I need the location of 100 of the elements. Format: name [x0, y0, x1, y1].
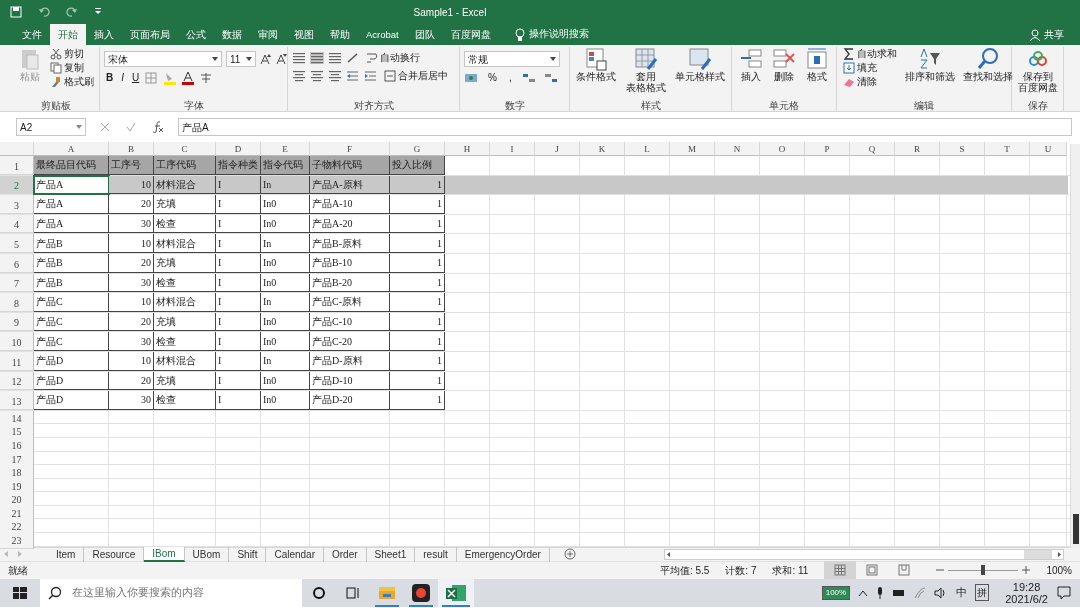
left-align-icon[interactable]: [292, 70, 306, 82]
tell-me-search[interactable]: 操作说明搜索: [528, 27, 589, 42]
vertical-scrollbar[interactable]: [1070, 144, 1080, 548]
bottom-align-icon[interactable]: [328, 52, 342, 64]
column-header[interactable]: R: [895, 142, 940, 156]
slider-thumb[interactable]: [981, 565, 986, 576]
microphone-icon[interactable]: [876, 585, 885, 600]
insert-button[interactable]: 插入: [736, 47, 765, 82]
lightbulb-icon[interactable]: [514, 27, 525, 42]
column-header[interactable]: U: [1030, 142, 1067, 156]
ribbon-tab[interactable]: 审阅: [250, 24, 286, 45]
column-header[interactable]: B: [109, 142, 154, 156]
row-header[interactable]: 23: [0, 533, 34, 550]
column-header[interactable]: Q: [850, 142, 895, 156]
cell-styles-button[interactable]: 单元格样式: [673, 47, 727, 82]
column-header[interactable]: G: [390, 142, 445, 156]
customize-icon[interactable]: [94, 6, 102, 16]
increase-indent-icon[interactable]: [364, 70, 378, 82]
fill-button[interactable]: 填充: [841, 61, 899, 75]
cut-button[interactable]: 剪切: [48, 47, 96, 61]
phonetic-icon[interactable]: [199, 72, 214, 84]
column-header[interactable]: S: [940, 142, 985, 156]
sort-filter-button[interactable]: 排序和筛选: [903, 47, 957, 82]
zoom-level[interactable]: 100%: [1046, 562, 1072, 578]
grow-font-icon[interactable]: [260, 53, 272, 65]
column-header[interactable]: O: [760, 142, 805, 156]
ribbon-tab[interactable]: 开始: [50, 24, 86, 45]
ime-indicator[interactable]: 中: [956, 584, 968, 601]
clear-button[interactable]: 清除: [841, 75, 899, 89]
number-format-field[interactable]: 常规: [464, 51, 560, 67]
save-icon[interactable]: [10, 6, 22, 18]
middle-align-icon[interactable]: [310, 52, 324, 64]
share-button[interactable]: 共享: [1044, 27, 1064, 42]
column-header[interactable]: M: [670, 142, 715, 156]
clock-date[interactable]: 2021/6/2: [1005, 592, 1048, 605]
zoom-in-icon[interactable]: [1022, 566, 1031, 575]
underline-button[interactable]: U: [130, 71, 142, 85]
column-header[interactable]: D: [216, 142, 261, 156]
ime-mode-indicator[interactable]: 拼: [975, 584, 990, 602]
battery-icon[interactable]: [892, 587, 907, 598]
decrease-indent-icon[interactable]: [346, 70, 360, 82]
ribbon-tab[interactable]: 团队: [406, 24, 443, 45]
ribbon-tab[interactable]: 公式: [178, 24, 214, 45]
undo-icon[interactable]: [38, 6, 50, 18]
chevron-up-icon[interactable]: [858, 588, 869, 597]
shrink-font-icon[interactable]: [276, 53, 288, 65]
format-button[interactable]: 格式: [803, 47, 832, 82]
function-icon[interactable]: [152, 121, 164, 133]
redo-icon[interactable]: [66, 6, 78, 18]
ribbon-tab[interactable]: Acrobat: [358, 24, 407, 45]
row-header[interactable]: 10: [0, 332, 34, 351]
horizontal-scrollbar[interactable]: [664, 548, 1064, 560]
ribbon-tab[interactable]: 页面布局: [122, 24, 178, 45]
orientation-icon[interactable]: [346, 52, 360, 64]
notification-icon[interactable]: [1056, 584, 1072, 601]
font-name-field[interactable]: 宋体: [104, 51, 222, 67]
row-header[interactable]: 8: [0, 293, 34, 312]
right-align-icon[interactable]: [328, 70, 342, 82]
ribbon-tab[interactable]: 文件: [14, 24, 50, 45]
save-to-cloud-button[interactable]: 保存到 百度网盘: [1016, 47, 1060, 93]
wrap-text-button[interactable]: 自动换行: [364, 51, 422, 65]
autosum-button[interactable]: 自动求和: [841, 47, 899, 61]
bold-button[interactable]: B: [104, 71, 116, 85]
increase-decimal-icon[interactable]: [521, 72, 536, 84]
ribbon-tab[interactable]: 百度网盘: [442, 24, 499, 45]
column-header[interactable]: P: [805, 142, 850, 156]
conditional-format-button[interactable]: 条件格式: [574, 47, 618, 82]
comma-button[interactable]: ,: [506, 71, 514, 85]
column-header[interactable]: F: [310, 142, 390, 156]
column-header[interactable]: L: [625, 142, 670, 156]
font-color-icon[interactable]: [181, 71, 196, 85]
row-header[interactable]: 13: [0, 391, 34, 410]
table-format-button[interactable]: 套用 表格格式: [623, 47, 668, 93]
percent-button[interactable]: %: [486, 71, 499, 85]
column-header[interactable]: A: [34, 142, 109, 156]
search-field[interactable]: 在这里输入你要搜索的内容: [70, 583, 294, 602]
italic-button[interactable]: I: [119, 71, 126, 85]
row-header[interactable]: 1: [0, 156, 34, 175]
person-icon[interactable]: [1030, 28, 1040, 41]
format-painter-button[interactable]: 格式刷: [48, 75, 96, 89]
fill-color-icon[interactable]: [163, 71, 178, 85]
ribbon-tab[interactable]: 数据: [214, 24, 250, 45]
merge-center-button[interactable]: 合并后居中: [382, 69, 450, 83]
decrease-decimal-icon[interactable]: [543, 72, 558, 84]
column-header[interactable]: T: [985, 142, 1030, 156]
font-size-field[interactable]: 11: [226, 51, 256, 67]
column-header[interactable]: C: [154, 142, 216, 156]
taskbar-search-bar[interactable]: 在这里输入你要搜索的内容: [40, 578, 302, 607]
add-sheet-icon[interactable]: [563, 548, 576, 561]
ribbon-tab[interactable]: 视图: [286, 24, 322, 45]
top-align-icon[interactable]: [292, 52, 306, 64]
center-align-icon[interactable]: [310, 70, 324, 82]
row-header[interactable]: 3: [0, 195, 34, 214]
column-header[interactable]: N: [715, 142, 760, 156]
ribbon-tab[interactable]: 帮助: [322, 24, 358, 45]
column-header[interactable]: K: [580, 142, 625, 156]
name-box[interactable]: A2: [16, 118, 86, 136]
copy-button[interactable]: 复制: [48, 61, 96, 75]
ribbon-tab[interactable]: 插入: [86, 24, 122, 45]
column-header[interactable]: J: [535, 142, 580, 156]
